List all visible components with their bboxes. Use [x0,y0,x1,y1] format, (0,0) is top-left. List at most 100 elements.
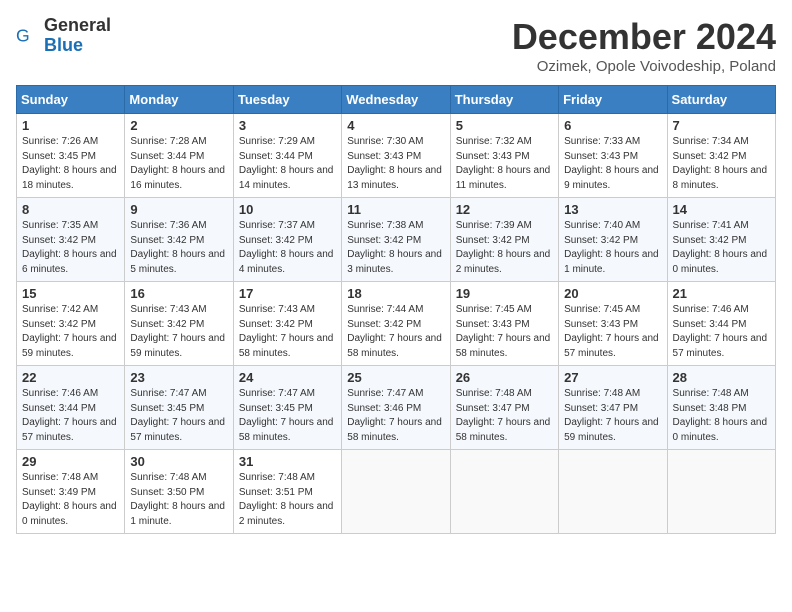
calendar-week-row: 1 Sunrise: 7:26 AMSunset: 3:45 PMDaylight… [17,114,776,198]
day-info: Sunrise: 7:39 AMSunset: 3:42 PMDaylight:… [456,219,553,277]
calendar-day-cell: 15 Sunrise: 7:42 AMSunset: 3:42 PMDayligh… [17,282,125,366]
weekday-header-cell: Wednesday [342,86,450,114]
logo-icon: G [16,24,40,48]
title-area: December 2024 Ozimek, Opole Voivodeship,… [512,16,776,75]
calendar-day-cell: 13 Sunrise: 7:40 AMSunset: 3:42 PMDayligh… [559,198,667,282]
calendar-body: 1 Sunrise: 7:26 AMSunset: 3:45 PMDaylight… [17,114,776,534]
day-info: Sunrise: 7:36 AMSunset: 3:42 PMDaylight:… [130,219,227,277]
day-number: 2 [130,118,227,133]
day-number: 16 [130,286,227,301]
logo-general-text: General [44,16,111,36]
calendar-day-cell: 10Sunrise: 7:37 AMSunset: 3:42 PMDayligh… [233,198,341,282]
calendar-day-cell: 11 Sunrise: 7:38 AMSunset: 3:42 PMDayligh… [342,198,450,282]
calendar-day-cell: 20 Sunrise: 7:45 AMSunset: 3:43 PMDayligh… [559,282,667,366]
weekday-header-cell: Monday [125,86,233,114]
day-info: Sunrise: 7:48 AMSunset: 3:48 PMDaylight:… [673,387,770,445]
day-number: 6 [564,118,661,133]
day-info: Sunrise: 7:44 AMSunset: 3:42 PMDaylight:… [347,303,444,361]
day-number: 15 [22,286,119,301]
logo: G General Blue [16,16,111,56]
day-number: 31 [239,454,336,469]
day-number: 30 [130,454,227,469]
day-number: 13 [564,202,661,217]
calendar-week-row: 8Sunrise: 7:35 AMSunset: 3:42 PMDaylight… [17,198,776,282]
day-info: Sunrise: 7:43 AMSunset: 3:42 PMDaylight:… [130,303,227,361]
day-info: Sunrise: 7:26 AMSunset: 3:45 PMDaylight:… [22,135,119,193]
day-info: Sunrise: 7:43 AMSunset: 3:42 PMDaylight:… [239,303,336,361]
day-info: Sunrise: 7:30 AMSunset: 3:43 PMDaylight:… [347,135,444,193]
day-number: 29 [22,454,119,469]
calendar-week-row: 22 Sunrise: 7:46 AMSunset: 3:44 PMDayligh… [17,366,776,450]
calendar-day-cell: 16 Sunrise: 7:43 AMSunset: 3:42 PMDayligh… [125,282,233,366]
day-info: Sunrise: 7:33 AMSunset: 3:43 PMDaylight:… [564,135,661,193]
calendar-day-cell: 23 Sunrise: 7:47 AMSunset: 3:45 PMDayligh… [125,366,233,450]
day-number: 3 [239,118,336,133]
calendar-day-cell: 26Sunrise: 7:48 AMSunset: 3:47 PMDayligh… [450,366,558,450]
day-info: Sunrise: 7:48 AMSunset: 3:51 PMDaylight:… [239,471,336,529]
weekday-header-cell: Sunday [17,86,125,114]
day-info: Sunrise: 7:46 AMSunset: 3:44 PMDaylight:… [22,387,119,445]
day-number: 12 [456,202,553,217]
day-info: Sunrise: 7:48 AMSunset: 3:47 PMDaylight:… [456,387,553,445]
day-info: Sunrise: 7:37 AMSunset: 3:42 PMDaylight:… [239,219,336,277]
day-info: Sunrise: 7:28 AMSunset: 3:44 PMDaylight:… [130,135,227,193]
calendar-day-cell: 12 Sunrise: 7:39 AMSunset: 3:42 PMDayligh… [450,198,558,282]
calendar-day-cell: 3 Sunrise: 7:29 AMSunset: 3:44 PMDaylight… [233,114,341,198]
day-number: 4 [347,118,444,133]
weekday-header-cell: Friday [559,86,667,114]
calendar-day-cell: 8Sunrise: 7:35 AMSunset: 3:42 PMDaylight… [17,198,125,282]
day-number: 27 [564,370,661,385]
calendar-day-cell [559,450,667,534]
calendar-day-cell: 2 Sunrise: 7:28 AMSunset: 3:44 PMDaylight… [125,114,233,198]
calendar-day-cell: 1 Sunrise: 7:26 AMSunset: 3:45 PMDaylight… [17,114,125,198]
day-info: Sunrise: 7:47 AMSunset: 3:46 PMDaylight:… [347,387,444,445]
calendar-table: SundayMondayTuesdayWednesdayThursdayFrid… [16,85,776,534]
day-number: 20 [564,286,661,301]
day-info: Sunrise: 7:45 AMSunset: 3:43 PMDaylight:… [456,303,553,361]
day-info: Sunrise: 7:47 AMSunset: 3:45 PMDaylight:… [239,387,336,445]
day-number: 28 [673,370,770,385]
calendar-day-cell: 31 Sunrise: 7:48 AMSunset: 3:51 PMDayligh… [233,450,341,534]
calendar-day-cell: 29 Sunrise: 7:48 AMSunset: 3:49 PMDayligh… [17,450,125,534]
day-info: Sunrise: 7:48 AMSunset: 3:49 PMDaylight:… [22,471,119,529]
weekday-header-cell: Thursday [450,86,558,114]
calendar-day-cell: 18Sunrise: 7:44 AMSunset: 3:42 PMDayligh… [342,282,450,366]
calendar-day-cell: 27 Sunrise: 7:48 AMSunset: 3:47 PMDayligh… [559,366,667,450]
day-number: 25 [347,370,444,385]
day-info: Sunrise: 7:48 AMSunset: 3:47 PMDaylight:… [564,387,661,445]
day-info: Sunrise: 7:40 AMSunset: 3:42 PMDaylight:… [564,219,661,277]
header: G General Blue December 2024 Ozimek, Opo… [16,16,776,75]
calendar-day-cell: 7Sunrise: 7:34 AMSunset: 3:42 PMDaylight… [667,114,775,198]
calendar-day-cell: 9 Sunrise: 7:36 AMSunset: 3:42 PMDaylight… [125,198,233,282]
day-number: 1 [22,118,119,133]
day-info: Sunrise: 7:42 AMSunset: 3:42 PMDaylight:… [22,303,119,361]
logo-blue-text: Blue [44,36,111,56]
day-number: 19 [456,286,553,301]
calendar-day-cell: 24Sunrise: 7:47 AMSunset: 3:45 PMDayligh… [233,366,341,450]
day-number: 7 [673,118,770,133]
calendar-day-cell: 5Sunrise: 7:32 AMSunset: 3:43 PMDaylight… [450,114,558,198]
calendar-day-cell: 30 Sunrise: 7:48 AMSunset: 3:50 PMDayligh… [125,450,233,534]
calendar-week-row: 15 Sunrise: 7:42 AMSunset: 3:42 PMDayligh… [17,282,776,366]
day-number: 9 [130,202,227,217]
calendar-week-row: 29 Sunrise: 7:48 AMSunset: 3:49 PMDayligh… [17,450,776,534]
calendar-day-cell: 19 Sunrise: 7:45 AMSunset: 3:43 PMDayligh… [450,282,558,366]
day-number: 22 [22,370,119,385]
calendar-day-cell: 28 Sunrise: 7:48 AMSunset: 3:48 PMDayligh… [667,366,775,450]
day-number: 17 [239,286,336,301]
day-info: Sunrise: 7:32 AMSunset: 3:43 PMDaylight:… [456,135,553,193]
calendar-day-cell: 14Sunrise: 7:41 AMSunset: 3:42 PMDayligh… [667,198,775,282]
calendar-day-cell: 17 Sunrise: 7:43 AMSunset: 3:42 PMDayligh… [233,282,341,366]
day-number: 11 [347,202,444,217]
month-title: December 2024 [512,16,776,58]
calendar-day-cell [667,450,775,534]
day-number: 8 [22,202,119,217]
day-info: Sunrise: 7:38 AMSunset: 3:42 PMDaylight:… [347,219,444,277]
day-info: Sunrise: 7:29 AMSunset: 3:44 PMDaylight:… [239,135,336,193]
day-info: Sunrise: 7:45 AMSunset: 3:43 PMDaylight:… [564,303,661,361]
day-info: Sunrise: 7:48 AMSunset: 3:50 PMDaylight:… [130,471,227,529]
weekday-header-cell: Tuesday [233,86,341,114]
day-info: Sunrise: 7:47 AMSunset: 3:45 PMDaylight:… [130,387,227,445]
day-number: 23 [130,370,227,385]
weekday-header-row: SundayMondayTuesdayWednesdayThursdayFrid… [17,86,776,114]
